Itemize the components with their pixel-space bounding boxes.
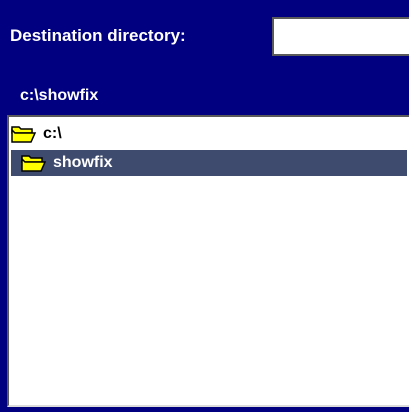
current-path-label: c:\showfix xyxy=(20,87,99,104)
tree-item-label: showfix xyxy=(53,154,113,171)
tree-item-label: c:\ xyxy=(43,125,62,142)
directory-tree[interactable]: c:\ showfix xyxy=(7,115,409,407)
tree-item-showfix[interactable]: showfix xyxy=(11,150,407,176)
tree-item-root[interactable]: c:\ xyxy=(11,121,407,147)
folder-open-icon xyxy=(21,153,47,173)
directory-dialog: Destination directory: c:\showfix c:\ sh… xyxy=(0,0,409,412)
destination-directory-input[interactable] xyxy=(272,17,409,56)
destination-directory-label: Destination directory: xyxy=(10,26,186,45)
folder-open-icon xyxy=(11,124,37,144)
